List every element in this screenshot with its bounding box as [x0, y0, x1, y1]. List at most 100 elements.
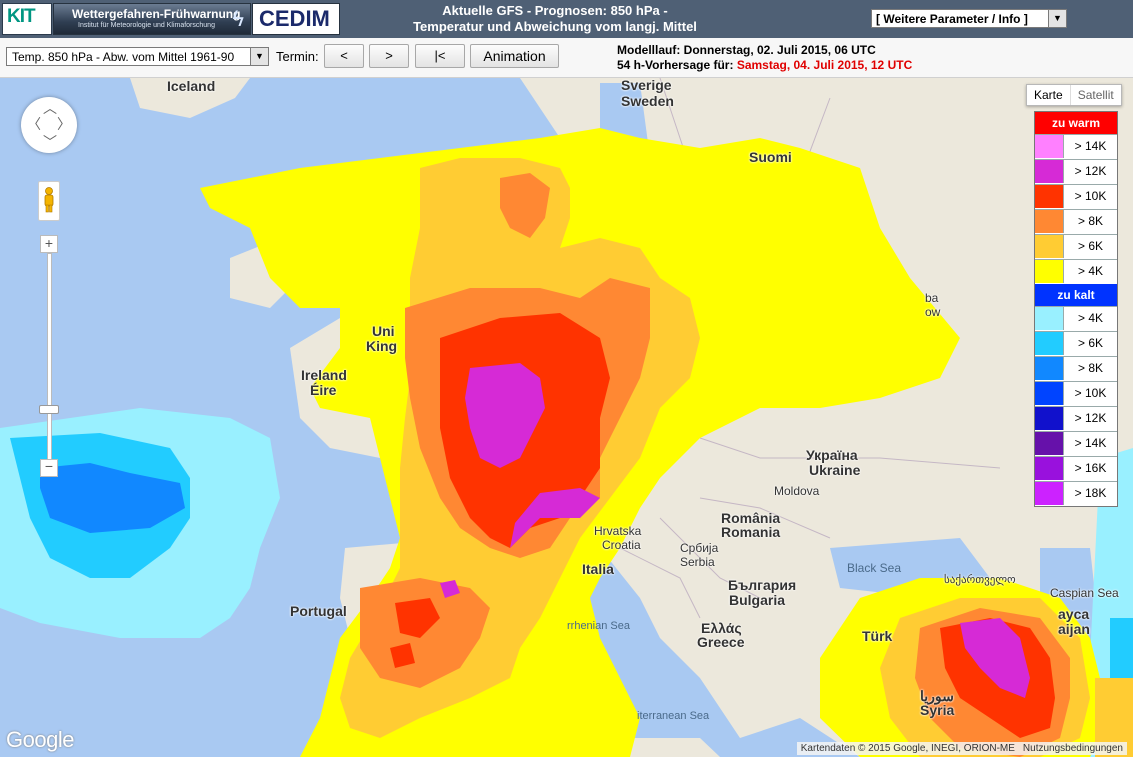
- model-run-text: Modelllauf: Donnerstag, 02. Juli 2015, 0…: [617, 43, 876, 57]
- street-view-pegman-icon[interactable]: [38, 181, 60, 221]
- label-serbia: Serbia: [680, 555, 715, 569]
- label-azerbaijan-2: aijan: [1058, 621, 1090, 637]
- legend-cold-row: > 4K: [1035, 306, 1117, 331]
- legend-warm-row: > 8K: [1035, 209, 1117, 234]
- legend-cold-label: > 16K: [1074, 461, 1107, 475]
- legend-warm-swatch: [1035, 260, 1064, 283]
- legend-cold-label: > 10K: [1074, 386, 1107, 400]
- pan-up-icon[interactable]: ︿: [43, 101, 57, 115]
- more-parameters-select-label: [ Weitere Parameter / Info ]: [876, 12, 1028, 26]
- label-bulgaria-1: България: [728, 577, 797, 593]
- legend-cold-swatch: [1035, 307, 1064, 330]
- legend-warm-swatch: [1035, 160, 1064, 183]
- cedim-logo[interactable]: CEDIM: [252, 3, 340, 35]
- label-suomi: Suomi: [749, 149, 792, 165]
- legend-cold-row: > 14K: [1035, 431, 1117, 456]
- termin-label: Termin:: [276, 49, 319, 64]
- legend-warm-title: zu warm: [1035, 112, 1117, 134]
- forecast-line: 54 h-Vorhersage für: Samstag, 04. Juli 2…: [617, 58, 912, 73]
- legend-warm-swatch: [1035, 185, 1064, 208]
- more-parameters-select[interactable]: [ Weitere Parameter / Info ] ▼: [871, 9, 1067, 28]
- legend-cold-label: > 6K: [1077, 336, 1104, 350]
- first-button[interactable]: |<: [415, 44, 465, 68]
- chevron-down-icon: ▼: [1048, 10, 1066, 27]
- legend-cold-label: > 8K: [1077, 361, 1104, 375]
- label-greece: Greece: [697, 634, 745, 650]
- zoom-out-button[interactable]: −: [40, 459, 58, 477]
- legend-warm-row: > 10K: [1035, 184, 1117, 209]
- kit-logo[interactable]: KIT: [2, 3, 52, 35]
- label-romania-2: Romania: [721, 524, 781, 540]
- legend-warm-label: > 12K: [1074, 164, 1107, 178]
- label-uk-1: Uni: [372, 323, 395, 339]
- map-type-satellit-button[interactable]: Satellit: [1071, 85, 1121, 105]
- legend-cold-swatch: [1035, 482, 1064, 505]
- legend-warm-label: > 4K: [1077, 264, 1104, 278]
- next-button[interactable]: >: [369, 44, 409, 68]
- terms-link[interactable]: Nutzungsbedingungen: [1023, 743, 1123, 754]
- page-title-line1: Aktuelle GFS - Prognosen: 850 hPa -: [442, 3, 668, 18]
- map-attribution: Kartendaten © 2015 Google, INEGI, ORION-…: [796, 742, 1127, 755]
- variable-select-label: Temp. 850 hPa - Abw. vom Mittel 1961-90: [12, 50, 235, 64]
- legend-cold-title: zu kalt: [1035, 284, 1117, 306]
- zoom-slider-handle[interactable]: [39, 404, 59, 414]
- animation-button[interactable]: Animation: [470, 44, 559, 68]
- label-azerbaijan-1: ayca: [1058, 606, 1090, 622]
- google-logo[interactable]: Google: [6, 727, 74, 753]
- legend-cold-swatch: [1035, 332, 1064, 355]
- pan-control[interactable]: ︿ ﹀ 〈 〉: [21, 97, 77, 153]
- map-canvas[interactable]: Iceland Sverige Sweden Suomi Ireland Éir…: [0, 78, 1133, 757]
- label-syria: Syria: [920, 702, 955, 718]
- label-srbija: Србија: [680, 541, 719, 555]
- map-type-toggle: Karte Satellit: [1026, 84, 1122, 106]
- control-bar: Temp. 850 hPa - Abw. vom Mittel 1961-90 …: [0, 38, 1133, 78]
- label-ukraine: Ukraine: [809, 462, 861, 478]
- legend-cold-swatch: [1035, 457, 1064, 480]
- pan-left-icon[interactable]: 〈: [27, 117, 41, 131]
- label-caspian-sea: Caspian Sea: [1050, 586, 1119, 600]
- legend-warm-label: > 14K: [1074, 139, 1107, 153]
- legend-cold-label: > 12K: [1074, 411, 1107, 425]
- label-croatia: Croatia: [602, 538, 641, 552]
- previous-button[interactable]: <: [324, 44, 364, 68]
- variable-select[interactable]: Temp. 850 hPa - Abw. vom Mittel 1961-90 …: [6, 47, 269, 66]
- legend-cold-swatch: [1035, 432, 1064, 455]
- label-partial-ow: ow: [925, 305, 941, 319]
- zoom-in-button[interactable]: +: [40, 235, 58, 253]
- zoom-slider-track[interactable]: [47, 253, 52, 461]
- cedim-logo-text: CEDIM: [259, 6, 330, 31]
- pan-down-icon[interactable]: ﹀: [43, 135, 57, 149]
- legend-warm-list: > 14K > 12K > 10K > 8K > 6K > 4K: [1035, 134, 1117, 284]
- forecast-time: Samstag, 04. Juli 2015, 12 UTC: [736, 58, 913, 72]
- legend-warm-row: > 4K: [1035, 259, 1117, 284]
- label-sweden: Sweden: [621, 93, 674, 109]
- legend-cold-swatch: [1035, 407, 1064, 430]
- pan-right-icon[interactable]: 〉: [57, 117, 71, 131]
- page-title: Aktuelle GFS - Prognosen: 850 hPa - Temp…: [380, 3, 730, 35]
- label-sverige: Sverige: [621, 78, 672, 93]
- label-uk-2: King: [366, 338, 398, 354]
- wettergefahren-logo[interactable]: Wettergefahren-Frühwarnung Institut für …: [53, 3, 251, 35]
- label-georgia: საქართველო: [944, 574, 1016, 586]
- lightning-icon: ϟ: [232, 6, 244, 31]
- legend-cold-row: > 12K: [1035, 406, 1117, 431]
- wettergefahren-logo-subtitle: Institut für Meteorologie und Klimaforsc…: [78, 22, 215, 29]
- label-ukraina: Україна: [806, 447, 858, 463]
- chevron-down-icon: ▼: [250, 48, 268, 65]
- legend-warm-label: > 8K: [1077, 214, 1104, 228]
- legend-cold-row: > 16K: [1035, 456, 1117, 481]
- label-partial-ba: ba: [925, 291, 939, 305]
- kit-logo-text: KIT: [7, 6, 36, 27]
- label-eire: Éire: [310, 382, 337, 398]
- legend-warm-label: > 10K: [1074, 189, 1107, 203]
- legend-cold-list: > 4K > 6K > 8K > 10K > 12K > 14K > 16K > 18K: [1035, 306, 1117, 506]
- legend-cold-row: > 18K: [1035, 481, 1117, 506]
- legend-cold-label: > 14K: [1074, 436, 1107, 450]
- legend-warm-row: > 12K: [1035, 159, 1117, 184]
- map-type-karte-button[interactable]: Karte: [1027, 85, 1071, 105]
- label-hrvatska: Hrvatska: [594, 524, 642, 538]
- map-overlay: [0, 78, 1133, 757]
- wettergefahren-logo-title: Wettergefahren-Frühwarnung: [72, 7, 241, 21]
- legend-cold-label: > 18K: [1074, 486, 1107, 500]
- forecast-prefix: 54 h-Vorhersage für:: [617, 58, 737, 72]
